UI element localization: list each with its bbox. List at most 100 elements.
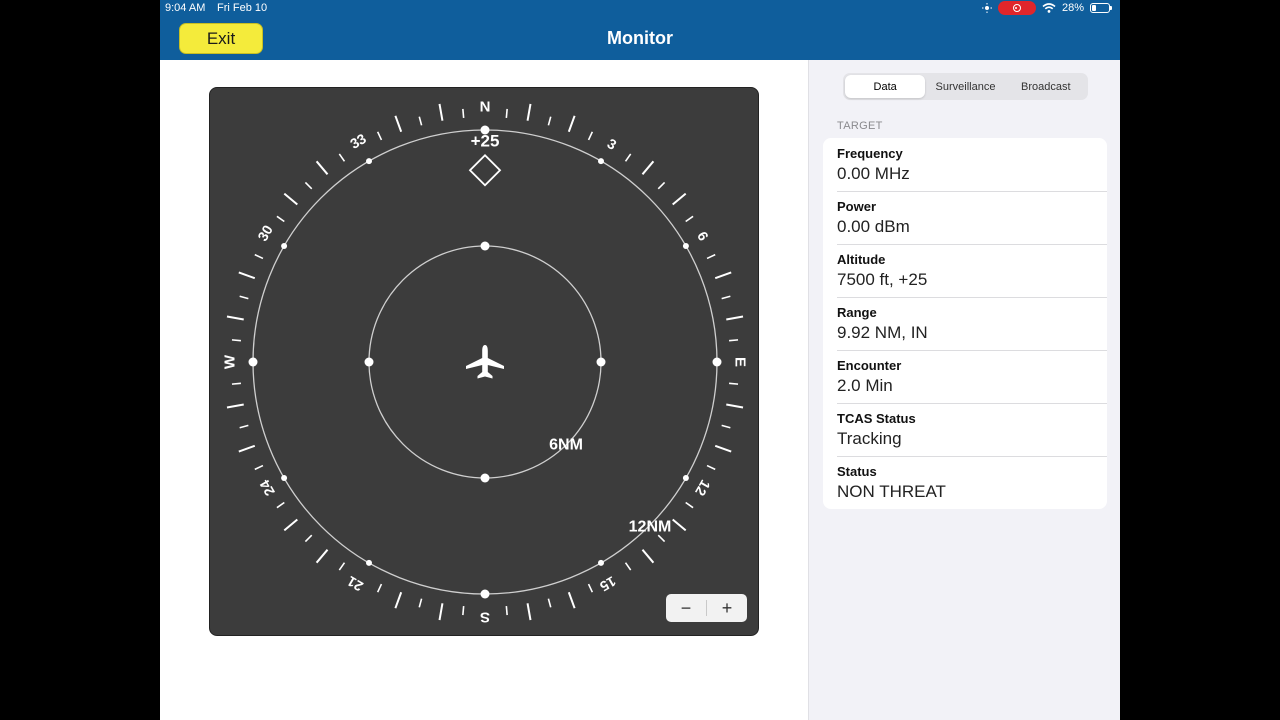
outer-ring-marker bbox=[598, 158, 604, 165]
heading-label-24: 24 bbox=[256, 477, 278, 499]
cardinal-e: E bbox=[732, 357, 749, 367]
detail-panel: Data Surveillance Broadcast TARGET Frequ… bbox=[808, 60, 1120, 720]
compass-tick bbox=[641, 160, 655, 175]
compass-tick bbox=[547, 598, 552, 608]
zoom-out-button[interactable]: − bbox=[666, 594, 706, 622]
outer-ring-range-label: 12NM bbox=[629, 519, 672, 536]
heading-label-30: 30 bbox=[254, 222, 276, 244]
compass-tick bbox=[283, 192, 298, 206]
compass-tick bbox=[567, 591, 576, 609]
outer-ring-marker bbox=[682, 475, 689, 481]
compass-tick bbox=[505, 605, 508, 616]
cardinal-w: W bbox=[222, 354, 239, 369]
navigation-bar: 9:04 AM Fri Feb 10 28% Exit Monitor bbox=[160, 0, 1120, 60]
frequency-row: Frequency 0.00 MHz bbox=[823, 138, 1107, 191]
compass-tick bbox=[376, 583, 383, 593]
zoom-control: − + bbox=[666, 594, 747, 622]
compass-tick bbox=[231, 339, 242, 342]
compass-tick bbox=[376, 131, 383, 141]
compass-tick bbox=[394, 591, 403, 609]
tcas-status-label: TCAS Status bbox=[837, 411, 916, 426]
compass-tick bbox=[672, 192, 687, 206]
tcas-radar-display: N E S W 3 6 12 15 21 24 30 33 6NM 12NM +… bbox=[209, 87, 759, 636]
compass-tick bbox=[721, 295, 731, 300]
compass-tick bbox=[394, 115, 403, 133]
tab-surveillance[interactable]: Surveillance bbox=[925, 75, 1005, 98]
compass-tick bbox=[315, 160, 329, 175]
outer-ring-marker bbox=[248, 357, 258, 367]
screen-recording-indicator[interactable] bbox=[997, 1, 1036, 15]
compass-tick bbox=[239, 295, 249, 300]
power-value: 0.00 dBm bbox=[837, 217, 910, 236]
compass-tick bbox=[728, 339, 739, 342]
compass-tick bbox=[283, 518, 298, 532]
compass-tick bbox=[726, 315, 744, 321]
compass-tick bbox=[714, 271, 732, 280]
tcas-status-value: Tracking bbox=[837, 429, 902, 448]
record-icon bbox=[1012, 4, 1021, 12]
range-row: Range 9.92 NM, IN bbox=[823, 297, 1107, 350]
traffic-target[interactable]: +25 bbox=[468, 132, 502, 187]
compass-tick bbox=[304, 181, 313, 190]
outer-ring-marker bbox=[281, 243, 288, 249]
inner-ring-marker bbox=[364, 357, 374, 367]
encounter-value: 2.0 Min bbox=[837, 376, 893, 395]
outer-ring-marker bbox=[366, 559, 372, 566]
compass-tick bbox=[657, 534, 666, 543]
compass-tick bbox=[672, 518, 687, 532]
brightness-icon bbox=[981, 3, 992, 13]
inner-ring-marker bbox=[480, 473, 490, 483]
heading-label-33: 33 bbox=[347, 130, 369, 152]
status-date: Fri Feb 10 bbox=[217, 2, 268, 14]
compass-tick bbox=[624, 562, 632, 571]
compass-tick bbox=[587, 131, 594, 141]
target-section-header: TARGET bbox=[837, 120, 883, 132]
compass-tick bbox=[239, 424, 249, 429]
altitude-row: Altitude 7500 ft, +25 bbox=[823, 244, 1107, 297]
app-window: 9:04 AM Fri Feb 10 28% Exit Monitor N E … bbox=[160, 0, 1120, 720]
radar-scope: N E S W 3 6 12 15 21 24 30 33 6NM 12NM +… bbox=[222, 99, 749, 626]
altitude-value: 7500 ft, +25 bbox=[837, 270, 928, 289]
compass-tick bbox=[624, 153, 632, 162]
tcas-status-row: TCAS Status Tracking bbox=[823, 403, 1107, 456]
compass-tick bbox=[685, 501, 694, 509]
compass-tick bbox=[238, 444, 256, 453]
compass-tick bbox=[526, 103, 532, 121]
inner-ring-marker bbox=[596, 357, 606, 367]
heading-label-3: 3 bbox=[605, 135, 620, 153]
outer-ring-marker bbox=[480, 589, 490, 599]
compass-tick bbox=[728, 382, 739, 385]
frequency-value: 0.00 MHz bbox=[837, 164, 910, 183]
compass-tick bbox=[706, 253, 716, 260]
compass-tick bbox=[226, 315, 244, 321]
compass-tick bbox=[231, 382, 242, 385]
compass-tick bbox=[315, 549, 329, 564]
wifi-icon bbox=[1042, 3, 1056, 13]
zoom-in-button[interactable]: + bbox=[707, 594, 747, 622]
heading-label-15: 15 bbox=[597, 573, 619, 595]
compass-tick bbox=[726, 403, 744, 409]
tab-broadcast[interactable]: Broadcast bbox=[1006, 75, 1086, 98]
compass-tick bbox=[714, 444, 732, 453]
status-indicators: 28% bbox=[981, 1, 1112, 15]
compass-tick bbox=[418, 116, 423, 126]
compass-tick bbox=[567, 115, 576, 133]
heading-label-21: 21 bbox=[344, 573, 366, 595]
compass-tick bbox=[276, 501, 285, 509]
encounter-label: Encounter bbox=[837, 358, 902, 373]
compass-tick bbox=[418, 598, 423, 608]
range-label: Range bbox=[837, 305, 877, 320]
heading-label-12: 12 bbox=[692, 477, 714, 499]
compass-tick bbox=[641, 549, 655, 564]
target-altitude-label: +25 bbox=[471, 132, 500, 151]
compass-tick bbox=[238, 271, 256, 280]
compass-tick bbox=[338, 153, 346, 162]
tab-data[interactable]: Data bbox=[845, 75, 926, 98]
compass-tick bbox=[438, 103, 444, 121]
battery-percent: 28% bbox=[1061, 2, 1084, 14]
outer-ring-marker bbox=[682, 243, 689, 249]
compass-tick bbox=[276, 215, 285, 223]
target-details-list: Frequency 0.00 MHz Power 0.00 dBm Altitude… bbox=[823, 138, 1107, 509]
compass-tick bbox=[254, 464, 264, 471]
range-value: 9.92 NM, IN bbox=[837, 323, 928, 342]
